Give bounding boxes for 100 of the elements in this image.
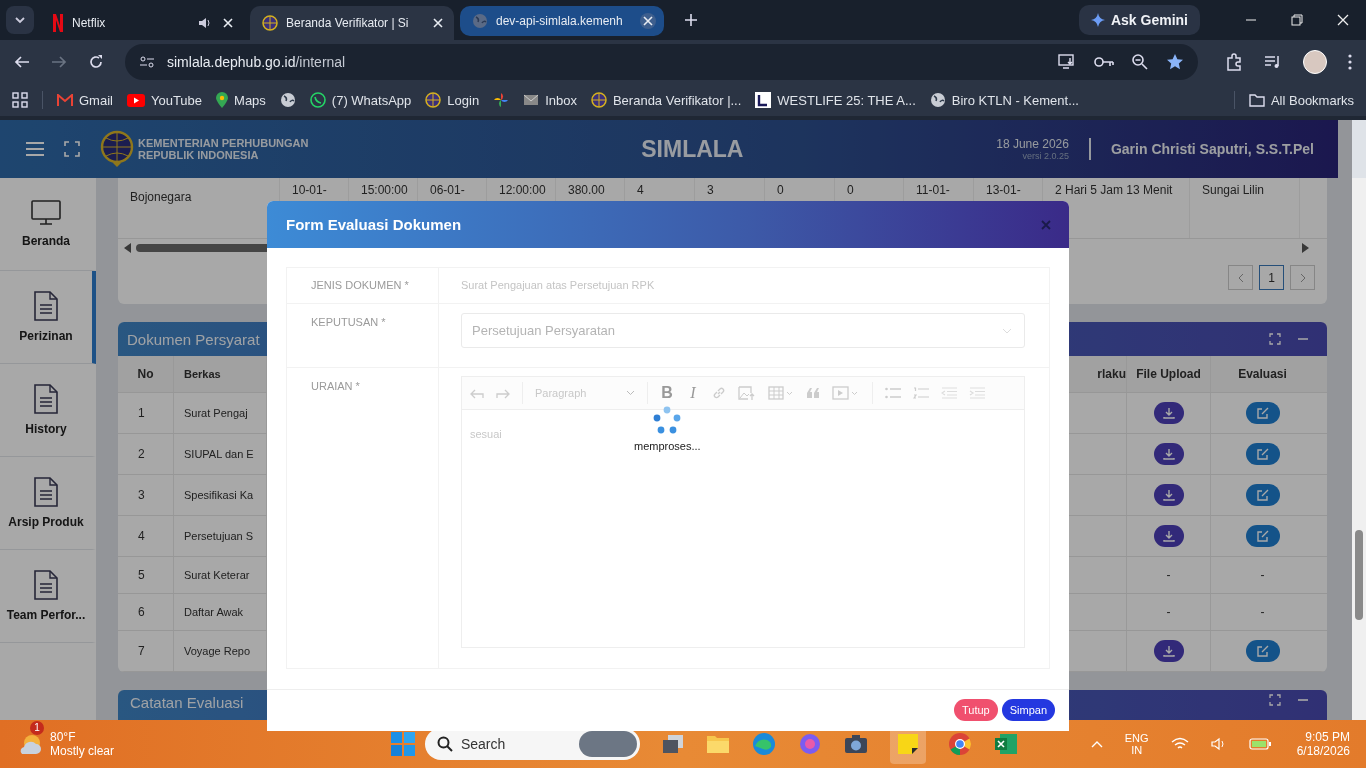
browser-tab[interactable]: Beranda Verifikator | Si: [250, 6, 454, 40]
ask-gemini-button[interactable]: Ask Gemini: [1078, 5, 1200, 35]
square-logo-icon: [755, 92, 772, 108]
camera-icon[interactable]: [843, 734, 868, 754]
expand-icon[interactable]: [1269, 694, 1281, 706]
bookmark[interactable]: Maps: [216, 92, 266, 108]
download-button[interactable]: [1153, 443, 1184, 465]
document-icon: [34, 384, 58, 414]
bookmark[interactable]: YouTube: [126, 92, 203, 108]
edit-icon: [1256, 530, 1269, 542]
spreadsheet-icon[interactable]: [993, 733, 1018, 755]
monitor-icon: [31, 200, 61, 226]
temperature-text: 80°F: [50, 729, 77, 744]
table-cell: 5: [118, 557, 174, 593]
reload-icon[interactable]: [88, 54, 104, 70]
page-button[interactable]: 1: [1259, 265, 1284, 290]
install-app-icon[interactable]: [1058, 54, 1076, 70]
sidebar-item[interactable]: Arsip Produk: [0, 457, 96, 550]
scroll-left-icon[interactable]: [124, 243, 132, 253]
bookmark[interactable]: Inbox: [523, 92, 577, 108]
edit-button[interactable]: [1245, 525, 1280, 547]
speaker-icon[interactable]: [198, 16, 212, 30]
chevron-up-icon[interactable]: [1090, 740, 1103, 748]
back-icon[interactable]: [14, 54, 30, 70]
download-button[interactable]: [1153, 525, 1184, 547]
avatar[interactable]: [1303, 50, 1327, 74]
sidebar-item[interactable]: Beranda: [0, 178, 96, 271]
scroll-right-icon[interactable]: [1301, 243, 1309, 253]
chrome-icon[interactable]: [947, 732, 972, 756]
bookmark[interactable]: Gmail: [57, 92, 113, 108]
sidebar-item[interactable]: Team Perfor...: [0, 550, 96, 643]
edit-icon: [1256, 645, 1269, 657]
bookmark[interactable]: [493, 92, 510, 108]
search-icon: [436, 736, 453, 752]
forward-icon[interactable]: [51, 54, 67, 70]
document-icon: [34, 291, 58, 321]
bookmark[interactable]: [279, 92, 296, 108]
column-header: No: [118, 356, 174, 392]
play-icon: [126, 93, 145, 107]
download-button[interactable]: [1153, 484, 1184, 506]
start-icon[interactable]: [390, 732, 415, 756]
download-icon: [1162, 448, 1175, 460]
zoom-out-icon[interactable]: [1132, 54, 1148, 70]
ministry-name: KEMENTERIAN PERHUBUNGAN: [138, 137, 309, 149]
envelope-icon: [523, 94, 540, 106]
date-text: 18 June 2026: [996, 137, 1069, 151]
edit-icon: [1256, 489, 1269, 501]
tab-title: Beranda Verifikator | Si: [286, 16, 410, 30]
download-button[interactable]: [1153, 402, 1184, 424]
apps-grid-icon[interactable]: [12, 92, 28, 108]
all-bookmarks-button[interactable]: All Bookmarks: [1248, 92, 1354, 108]
fullscreen-icon[interactable]: [64, 141, 80, 157]
restore-icon[interactable]: [1291, 14, 1303, 26]
key-icon[interactable]: [1094, 56, 1114, 68]
puzzle-piece-icon[interactable]: [1225, 53, 1243, 71]
save-button[interactable]: Simpan: [1001, 699, 1055, 721]
address-bar[interactable]: simlala.dephub.go.id/internal: [125, 44, 1198, 80]
bookmark[interactable]: (7) WhatsApp: [309, 92, 412, 108]
table-cell: -: [1166, 605, 1171, 619]
tab-title: Netflix: [72, 16, 107, 30]
globe-emblem-icon: [425, 92, 442, 108]
download-button[interactable]: [1153, 640, 1184, 662]
app-title: SIMLALA: [641, 135, 744, 163]
menu-icon[interactable]: [1348, 54, 1352, 70]
tab-search-button[interactable]: [6, 6, 34, 34]
country-name: REPUBLIK INDONESIA: [138, 149, 260, 161]
chevron-down-icon: [626, 390, 635, 396]
globe-emblem-icon: [590, 92, 607, 108]
browser-tab[interactable]: dev-api-simlala.kemenh: [460, 6, 664, 36]
folder-icon: [1248, 93, 1265, 107]
search-highlight-picture: [578, 731, 637, 757]
sidebar-item[interactable]: History: [0, 364, 96, 457]
column-header: Evaluasi: [1237, 366, 1288, 383]
sticky-note-icon: [896, 733, 919, 755]
bookmark[interactable]: Login: [425, 92, 480, 108]
globe-icon: [472, 13, 488, 29]
edit-button[interactable]: [1245, 640, 1280, 662]
sidebar-item[interactable]: Perizinan: [0, 271, 96, 364]
document-icon: [34, 477, 58, 507]
battery-icon[interactable]: [1248, 738, 1271, 750]
envelope-m-icon: [57, 94, 73, 106]
bookmark-label: Login: [447, 92, 480, 108]
table-cell: 6: [118, 594, 174, 630]
column-header: File Upload: [1127, 356, 1211, 392]
field-label: JENIS DOKUMEN *: [311, 279, 409, 291]
close-icon[interactable]: [640, 13, 656, 29]
bookmark-label: Inbox: [545, 92, 577, 108]
edit-button[interactable]: [1245, 484, 1280, 506]
menu-icon[interactable]: [26, 142, 44, 156]
edit-button[interactable]: [1245, 402, 1280, 424]
new-tab-icon[interactable]: [684, 13, 698, 27]
user-name: Garin Christi Saputri, S.S.T.Pel: [1110, 141, 1314, 157]
task-view-icon[interactable]: [661, 734, 684, 754]
media-queue-icon[interactable]: [1264, 54, 1282, 70]
star-icon[interactable]: [1166, 53, 1184, 71]
browser-tab[interactable]: Netflix: [40, 6, 244, 40]
edit-button[interactable]: [1245, 443, 1280, 465]
wifi-icon[interactable]: [1170, 737, 1189, 751]
expand-icon[interactable]: [1269, 333, 1281, 345]
scrollbar[interactable]: [1352, 178, 1366, 720]
